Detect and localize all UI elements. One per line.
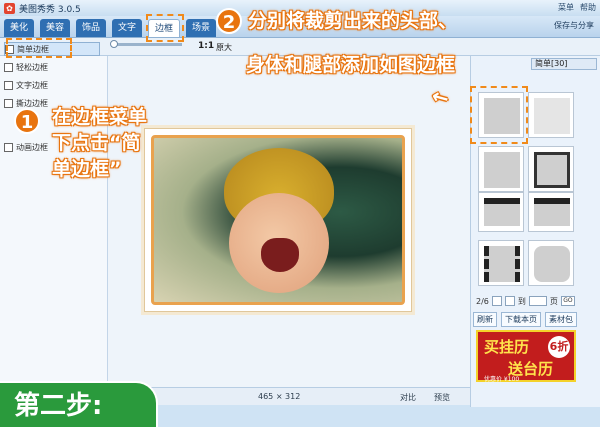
tab-scene[interactable]: 场景 bbox=[186, 19, 216, 37]
tab-text[interactable]: 文字 bbox=[112, 19, 142, 37]
zoom-ratio[interactable]: 1:1 bbox=[198, 41, 214, 51]
editing-canvas bbox=[108, 56, 470, 387]
thumb-preview bbox=[484, 152, 520, 188]
zoom-slider[interactable] bbox=[112, 43, 182, 46]
frame-icon bbox=[4, 80, 13, 90]
calendar-ad-banner[interactable]: 买挂历 6折 送台历 优惠价 ¥100 bbox=[476, 330, 576, 383]
highlight-frame-tab bbox=[146, 14, 184, 42]
pager: 2/6 到 页 GO bbox=[476, 294, 575, 308]
step-badge-2: 2 bbox=[216, 8, 242, 34]
original-size-button[interactable]: 原大 bbox=[216, 42, 232, 53]
step2-instruction-line2: 身体和腿部添加如图边框 bbox=[246, 54, 456, 76]
help-link[interactable]: 帮助 bbox=[580, 2, 596, 13]
category-label[interactable]: 简单[30] bbox=[531, 58, 597, 70]
frame-thumb-6[interactable] bbox=[528, 192, 574, 232]
goto-label: 到 bbox=[517, 296, 526, 306]
save-share-button[interactable]: 保存与分享 bbox=[554, 20, 594, 31]
tab-beautify[interactable]: 美化 bbox=[4, 19, 34, 37]
ad-price: 优惠价 ¥100 bbox=[484, 376, 520, 383]
sidebar-item-label: 撕边边框 bbox=[16, 98, 48, 108]
status-bar: 465 × 312 对比 预览 bbox=[108, 387, 470, 405]
material-pack-button[interactable]: 素材包 bbox=[545, 312, 577, 327]
thumb-preview bbox=[534, 98, 570, 134]
baby-photo bbox=[151, 135, 405, 305]
image-dimensions: 465 × 312 bbox=[258, 392, 301, 401]
highlight-simple-frame bbox=[6, 38, 72, 58]
thumb-preview bbox=[484, 246, 520, 282]
page-label: 页 bbox=[549, 296, 558, 306]
refresh-button[interactable]: 刷新 bbox=[473, 312, 497, 327]
baby-mouth bbox=[261, 238, 299, 272]
frame-thumb-2[interactable] bbox=[528, 92, 574, 138]
thumb-preview bbox=[534, 198, 570, 226]
thumb-preview bbox=[534, 246, 570, 282]
go-button[interactable]: GO bbox=[560, 296, 575, 306]
step-banner: 第二步: bbox=[0, 381, 158, 427]
thumb-preview bbox=[484, 198, 520, 226]
download-page-button[interactable]: 下载本页 bbox=[501, 312, 541, 327]
preview-button[interactable]: 预览 bbox=[434, 392, 450, 403]
ad-discount-badge: 6折 bbox=[548, 336, 570, 358]
app-title: 美图秀秀 3.0.5 bbox=[19, 4, 81, 15]
frame-icon bbox=[4, 98, 13, 108]
prev-page-button[interactable] bbox=[491, 296, 502, 306]
sidebar-item-light-frame[interactable]: 轻松边框 bbox=[4, 60, 48, 74]
frame-thumb-5[interactable] bbox=[478, 192, 524, 232]
page-input[interactable] bbox=[528, 296, 547, 306]
sidebar-item-label: 动画边框 bbox=[16, 142, 48, 152]
frame-icon bbox=[4, 62, 13, 72]
sidebar-item-text-frame[interactable]: 文字边框 bbox=[4, 78, 48, 92]
step2-instruction-line1: 分别将裁剪出来的头部、 bbox=[248, 10, 458, 32]
thumb-preview bbox=[534, 152, 570, 188]
panel-actions: 刷新 下载本页 素材包 bbox=[473, 312, 577, 327]
photo-with-frame[interactable] bbox=[144, 128, 412, 312]
sidebar-item-label: 文字边框 bbox=[16, 80, 48, 90]
tab-accessories[interactable]: 饰品 bbox=[76, 19, 106, 37]
frame-thumb-8[interactable] bbox=[528, 240, 574, 286]
page-indicator: 2/6 bbox=[476, 296, 489, 306]
highlight-frame-thumb bbox=[470, 86, 528, 144]
zoom-slider-handle[interactable] bbox=[110, 40, 118, 48]
tab-beauty[interactable]: 美容 bbox=[40, 19, 70, 37]
frame-thumb-4[interactable] bbox=[528, 146, 574, 192]
frame-thumb-3[interactable] bbox=[478, 146, 524, 192]
sidebar-item-animated-frame[interactable]: 动画边框 bbox=[4, 140, 48, 154]
step1-instruction: 在边框菜单下点击“简单边框” bbox=[52, 106, 148, 180]
window-controls: 菜单 帮助 bbox=[558, 2, 596, 13]
step-badge-1: 1 bbox=[14, 108, 40, 134]
menu-link[interactable]: 菜单 bbox=[558, 2, 574, 13]
frame-icon bbox=[4, 142, 13, 152]
sidebar-item-label: 轻松边框 bbox=[16, 62, 48, 72]
app-logo-icon: ✿ bbox=[4, 2, 15, 14]
ad-headline: 买挂历 bbox=[484, 338, 530, 356]
compare-button[interactable]: 对比 bbox=[400, 392, 416, 403]
frame-thumb-7[interactable] bbox=[478, 240, 524, 286]
next-page-button[interactable] bbox=[504, 296, 515, 306]
